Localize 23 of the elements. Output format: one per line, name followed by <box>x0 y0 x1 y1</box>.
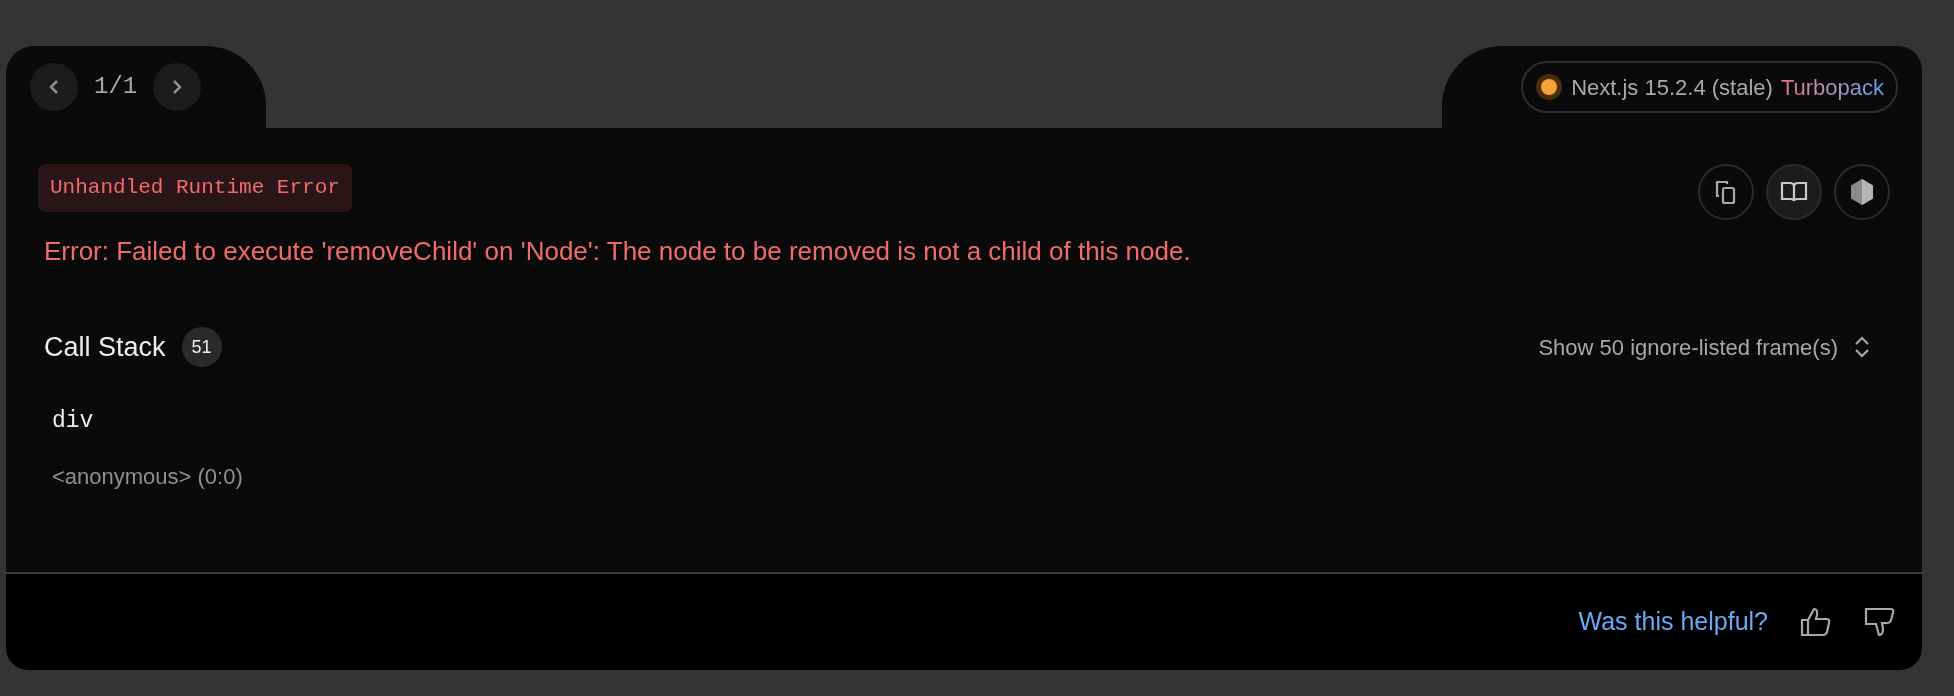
show-frames-button[interactable]: Show 50 ignore-listed frame(s) <box>1538 330 1870 364</box>
error-type-badge: Unhandled Runtime Error <box>38 164 352 212</box>
status-dot-icon <box>1535 73 1564 101</box>
copy-button[interactable] <box>1698 164 1754 220</box>
thumbs-up-button[interactable] <box>1800 607 1832 637</box>
section-title: Call Stack <box>44 331 166 364</box>
version-badge[interactable]: Next.js 15.2.4 (stale) Turbopack <box>1521 61 1898 113</box>
error-message: Error: Failed to execute 'removeChild' on 'Node': The node to be removed is not a child of this node. <box>43 235 1192 268</box>
thumbs-down-button[interactable] <box>1864 607 1896 637</box>
book-icon <box>1780 180 1808 204</box>
frame-location: <anonymous> (0:0) <box>52 463 243 491</box>
chevron-left-icon <box>47 78 61 96</box>
hexagon-icon <box>1850 178 1874 206</box>
feedback-link[interactable]: Was this helpful? <box>1578 603 1768 641</box>
thumbs-down-icon <box>1864 607 1896 637</box>
frame-name: div <box>52 406 94 436</box>
docs-button[interactable] <box>1766 164 1822 220</box>
version-label: Next.js 15.2.4 (stale) <box>1571 73 1773 102</box>
thumbs-up-icon <box>1800 607 1832 637</box>
node-button[interactable] <box>1834 164 1890 220</box>
expand-collapse-icon <box>1854 335 1870 360</box>
count-badge: 51 <box>181 327 222 368</box>
page-counter: 1/1 <box>94 72 138 102</box>
